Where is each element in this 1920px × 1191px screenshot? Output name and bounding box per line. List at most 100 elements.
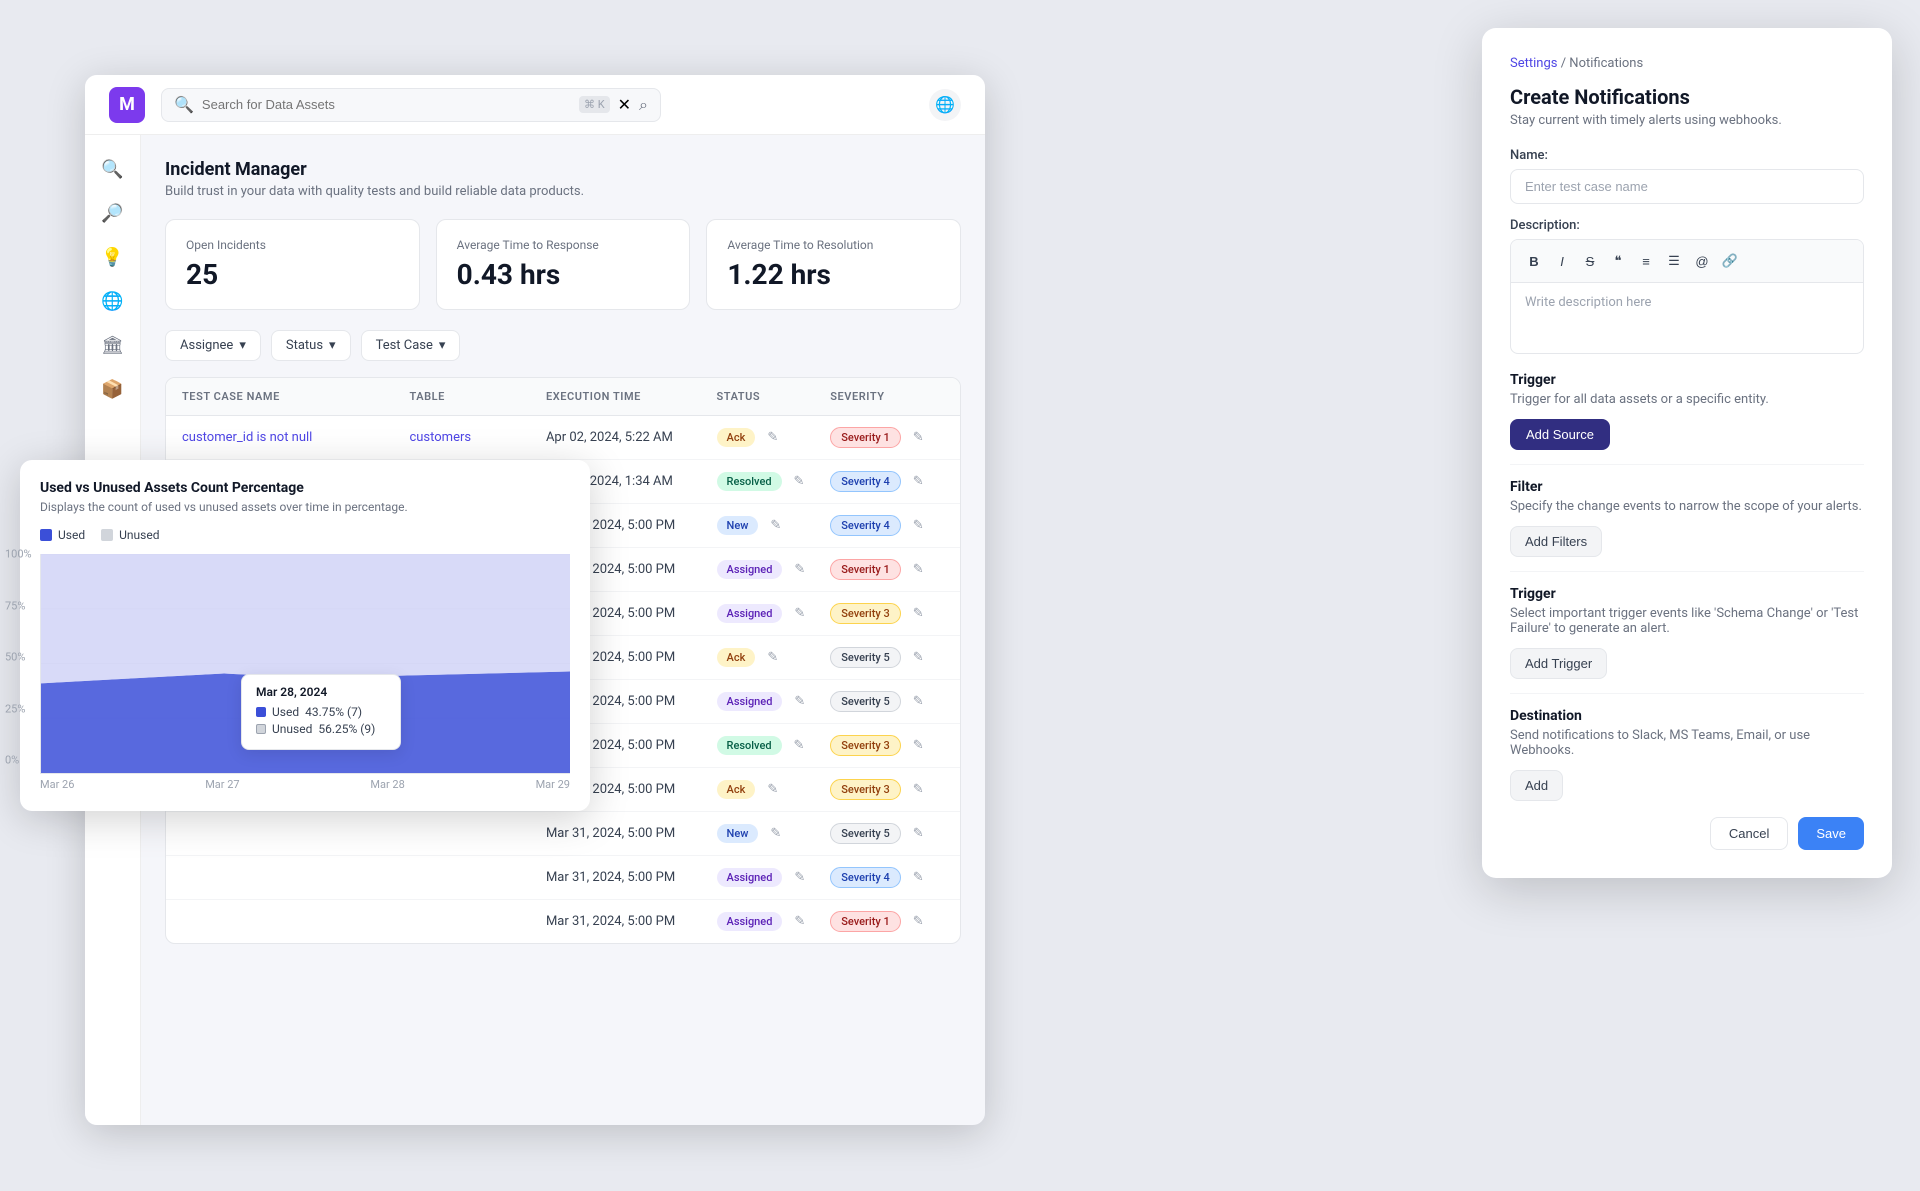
unordered-list-button[interactable]: ≡ [1633, 248, 1659, 274]
edit-icon-5[interactable]: ✎ [767, 650, 778, 665]
status-cell-7: Resolved ✎ [717, 736, 831, 755]
edit-icon-3[interactable]: ✎ [794, 562, 805, 577]
tooltip-unused-label: Unused [272, 722, 312, 736]
sev-edit-icon-6[interactable]: ✎ [913, 694, 924, 709]
status-badge-8: Ack [717, 780, 756, 799]
search-close-icon: ✕ [618, 95, 631, 114]
sev-edit-icon-1[interactable]: ✎ [913, 474, 924, 489]
italic-button[interactable]: I [1549, 248, 1575, 274]
ordered-list-button[interactable]: ☰ [1661, 248, 1687, 274]
destination-section: Destination Send notifications to Slack,… [1510, 708, 1864, 801]
search-input[interactable] [202, 97, 571, 112]
add-destination-button[interactable]: Add [1510, 770, 1563, 801]
table-header: TEST CASE NAME TABLE EXECUTION TIME STAT… [166, 378, 960, 416]
bold-button[interactable]: B [1521, 248, 1547, 274]
sev-edit-icon-4[interactable]: ✎ [913, 606, 924, 621]
sev-edit-icon-5[interactable]: ✎ [913, 650, 924, 665]
sev-edit-icon-3[interactable]: ✎ [913, 562, 924, 577]
sidebar-item-insights[interactable]: 💡 [95, 239, 131, 275]
tooltip-used-value: 43.75% (7) [305, 705, 362, 719]
sev-edit-icon-11[interactable]: ✎ [913, 914, 924, 929]
status-cell-11: Assigned ✎ [717, 912, 831, 931]
sidebar-item-database[interactable]: 🏛 [95, 327, 131, 363]
globe-icon[interactable]: 🌐 [929, 89, 961, 121]
severity-cell-0: Severity 1 ✎ [830, 427, 944, 448]
edit-icon-11[interactable]: ✎ [794, 914, 805, 929]
test-case-name-0[interactable]: customer_id is not null [182, 430, 409, 445]
edit-icon-4[interactable]: ✎ [794, 606, 805, 621]
table-name-0[interactable]: customers [409, 430, 545, 445]
search-lens-icon[interactable]: ⌕ [639, 95, 648, 115]
status-cell-10: Assigned ✎ [717, 868, 831, 887]
breadcrumb-settings[interactable]: Settings [1510, 56, 1557, 71]
link-button[interactable]: 🔗 [1717, 248, 1743, 274]
notifications-panel: Settings / Notifications Create Notifica… [1482, 28, 1892, 878]
page-subtitle: Build trust in your data with quality te… [165, 184, 961, 199]
mention-button[interactable]: @ [1689, 248, 1715, 274]
severity-cell-6: Severity 5 ✎ [830, 691, 944, 712]
severity-badge-6: Severity 5 [830, 691, 901, 712]
name-input[interactable] [1510, 169, 1864, 204]
severity-cell-1: Severity 4 ✎ [830, 471, 944, 492]
severity-badge-9: Severity 5 [830, 823, 901, 844]
status-cell-9: New ✎ [717, 824, 831, 843]
severity-cell-10: Severity 4 ✎ [830, 867, 944, 888]
sev-edit-icon-2[interactable]: ✎ [913, 518, 924, 533]
edit-icon-0[interactable]: ✎ [767, 430, 778, 445]
edit-icon-8[interactable]: ✎ [767, 782, 778, 797]
strikethrough-button[interactable]: S [1577, 248, 1603, 274]
description-placeholder[interactable]: Write description here [1511, 283, 1863, 353]
sidebar-item-search[interactable]: 🔍 [95, 151, 131, 187]
sidebar-item-packages[interactable]: 📦 [95, 371, 131, 407]
add-filters-button[interactable]: Add Filters [1510, 526, 1602, 557]
page-title: Incident Manager [165, 159, 961, 180]
edit-icon-10[interactable]: ✎ [794, 870, 805, 885]
save-button[interactable]: Save [1798, 817, 1864, 850]
chevron-down-icon-3: ▾ [439, 338, 446, 353]
col-header-time: EXECUTION TIME [546, 390, 717, 403]
trigger-desc: Trigger for all data assets or a specifi… [1510, 392, 1864, 407]
sev-edit-icon-8[interactable]: ✎ [913, 782, 924, 797]
sidebar-item-global[interactable]: 🌐 [95, 283, 131, 319]
tooltip-unused: Unused 56.25% (9) [256, 722, 386, 736]
legend-used: Used [40, 528, 85, 542]
test-case-filter[interactable]: Test Case ▾ [361, 330, 461, 361]
add-source-button[interactable]: Add Source [1510, 419, 1610, 450]
desc-toolbar: B I S ❝ ≡ ☰ @ 🔗 [1511, 240, 1863, 283]
severity-cell-2: Severity 4 ✎ [830, 515, 944, 536]
divider-3 [1510, 693, 1864, 694]
sev-edit-icon-10[interactable]: ✎ [913, 870, 924, 885]
sev-edit-icon-9[interactable]: ✎ [913, 826, 924, 841]
breadcrumb: Settings / Notifications [1510, 56, 1864, 71]
status-filter[interactable]: Status ▾ [271, 330, 351, 361]
quote-button[interactable]: ❝ [1605, 248, 1631, 274]
sev-edit-icon-0[interactable]: ✎ [913, 430, 924, 445]
cancel-button[interactable]: Cancel [1710, 817, 1788, 850]
edit-icon-2[interactable]: ✎ [770, 518, 781, 533]
edit-icon-7[interactable]: ✎ [794, 738, 805, 753]
filter-section: Filter Specify the change events to narr… [1510, 479, 1864, 557]
assignee-filter[interactable]: Assignee ▾ [165, 330, 261, 361]
edit-icon-9[interactable]: ✎ [770, 826, 781, 841]
severity-badge-8: Severity 3 [830, 779, 901, 800]
table-row: Mar 31, 2024, 5:00 PM Assigned ✎ Severit… [166, 856, 960, 900]
alert-trigger-section: Trigger Select important trigger events … [1510, 586, 1864, 679]
sidebar-item-explore[interactable]: 🔎 [95, 195, 131, 231]
divider-1 [1510, 464, 1864, 465]
y-label-75: 75% [5, 599, 32, 612]
app-logo: M [109, 87, 145, 123]
search-bar[interactable]: 🔍 ⌘ K ✕ ⌕ [161, 88, 661, 122]
status-cell-6: Assigned ✎ [717, 692, 831, 711]
col-header-table: TABLE [409, 390, 545, 403]
sev-edit-icon-7[interactable]: ✎ [913, 738, 924, 753]
open-incidents-value: 25 [186, 258, 399, 291]
severity-cell-9: Severity 5 ✎ [830, 823, 944, 844]
search-shortcut: ⌘ K [579, 96, 610, 113]
status-badge-9: New [717, 824, 759, 843]
exec-time-9: Mar 31, 2024, 5:00 PM [546, 826, 717, 841]
edit-icon-1[interactable]: ✎ [794, 474, 805, 489]
add-trigger-button[interactable]: Add Trigger [1510, 648, 1607, 679]
edit-icon-6[interactable]: ✎ [794, 694, 805, 709]
filter-title: Filter [1510, 479, 1864, 495]
legend-unused: Unused [101, 528, 159, 542]
